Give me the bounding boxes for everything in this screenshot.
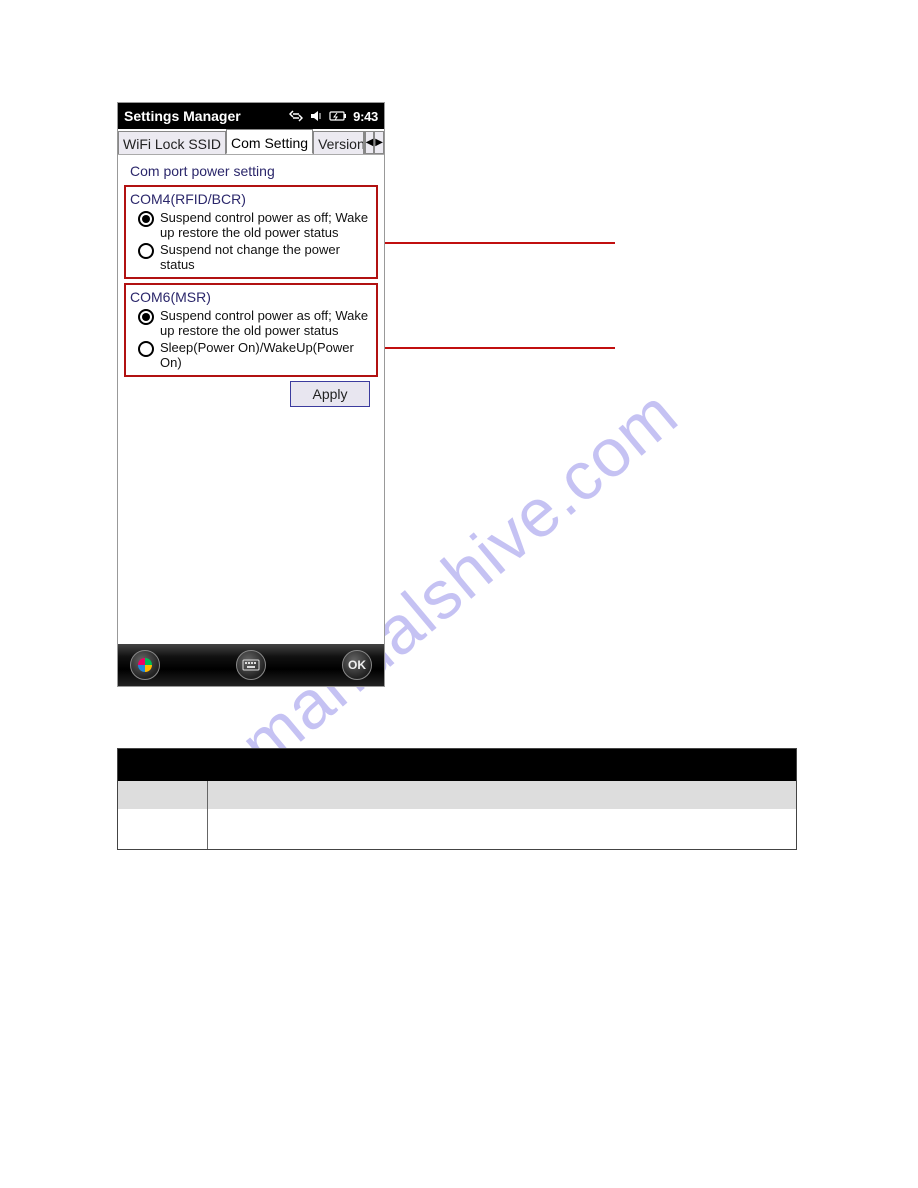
group-com6: COM6(MSR) Suspend control power as off; …	[124, 283, 378, 377]
group-com4-title: COM4(RFID/BCR)	[130, 191, 374, 207]
radio-label: Sleep(Power On)/WakeUp(Power On)	[160, 340, 374, 370]
volume-icon	[309, 109, 323, 123]
clock-text: 9:43	[353, 109, 378, 124]
radio-com4-option2[interactable]: Suspend not change the power status	[130, 241, 374, 273]
start-button[interactable]	[130, 650, 160, 680]
section-title: Com port power setting	[130, 163, 378, 179]
table-header-black	[118, 749, 796, 781]
ok-label: OK	[348, 658, 366, 672]
keyboard-icon	[242, 659, 260, 671]
tab-scroll-right[interactable]: ▶	[374, 131, 384, 154]
radio-com6-option2[interactable]: Sleep(Power On)/WakeUp(Power On)	[130, 339, 374, 371]
table-row	[118, 809, 796, 849]
radio-com6-option1[interactable]: Suspend control power as off; Wake up re…	[130, 307, 374, 339]
table-cell-left	[118, 809, 208, 849]
tab-version[interactable]: Version a	[313, 131, 364, 154]
doc-table	[117, 748, 797, 850]
sync-icon	[289, 109, 303, 123]
radio-label: Suspend control power as off; Wake up re…	[160, 210, 374, 240]
tab-strip: WiFi Lock SSID Com Setting Version a ◀ ▶	[118, 129, 384, 155]
tab-com-setting[interactable]: Com Setting	[226, 129, 313, 154]
table-cell-right	[208, 809, 796, 849]
radio-label: Suspend not change the power status	[160, 242, 374, 272]
radio-icon	[138, 341, 154, 357]
tab-scroll-left[interactable]: ◀	[365, 131, 375, 154]
apply-button[interactable]: Apply	[290, 381, 370, 407]
radio-label: Suspend control power as off; Wake up re…	[160, 308, 374, 338]
keyboard-button[interactable]	[236, 650, 266, 680]
radio-icon	[138, 243, 154, 259]
radio-com4-option1[interactable]: Suspend control power as off; Wake up re…	[130, 209, 374, 241]
group-com6-title: COM6(MSR)	[130, 289, 374, 305]
radio-icon	[138, 211, 154, 227]
window-title: Settings Manager	[124, 108, 289, 124]
windows-icon	[136, 656, 154, 674]
taskbar: OK	[118, 644, 384, 686]
window-titlebar: Settings Manager 9:43	[118, 103, 384, 129]
radio-icon	[138, 309, 154, 325]
table-header-cell-right	[208, 781, 796, 809]
table-header-grey	[118, 781, 796, 809]
group-com4: COM4(RFID/BCR) Suspend control power as …	[124, 185, 378, 279]
table-header-cell-left	[118, 781, 208, 809]
ok-button[interactable]: OK	[342, 650, 372, 680]
device-screenshot: Settings Manager 9:43 WiFi Lock SSID Com…	[117, 102, 385, 687]
annotation-line-1	[385, 242, 615, 244]
tab-scroll: ◀ ▶	[364, 131, 384, 154]
tab-wifi-lock-ssid[interactable]: WiFi Lock SSID	[118, 131, 226, 154]
tab-content: Com port power setting COM4(RFID/BCR) Su…	[118, 155, 384, 407]
battery-icon	[329, 110, 347, 122]
annotation-line-2	[385, 347, 615, 349]
